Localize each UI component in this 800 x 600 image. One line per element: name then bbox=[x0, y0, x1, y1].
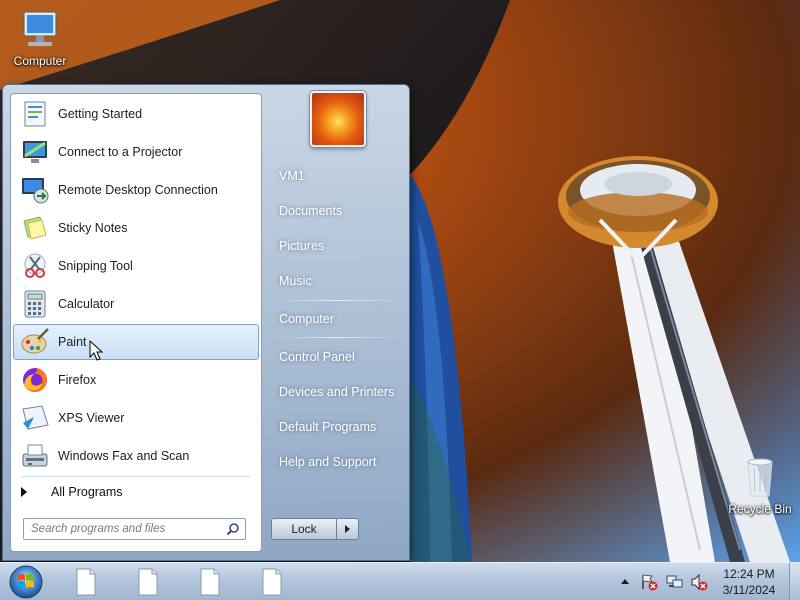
taskbar: 12:24 PM 3/11/2024 bbox=[0, 562, 800, 600]
program-item-calculator[interactable]: Calculator bbox=[13, 286, 259, 322]
expand-arrow-icon bbox=[21, 487, 27, 497]
start-menu: Getting Started Connect to a Projector R… bbox=[2, 84, 410, 561]
xps-viewer-icon bbox=[22, 405, 49, 430]
document-icon bbox=[76, 568, 96, 596]
program-item-sticky-notes[interactable]: Sticky Notes bbox=[13, 210, 259, 246]
places-label: Computer bbox=[279, 312, 334, 326]
desktop-icon-label: Computer bbox=[13, 54, 67, 68]
taskbar-pinned-document[interactable] bbox=[65, 566, 107, 598]
remote-desktop-icon bbox=[22, 178, 49, 204]
places-label: Documents bbox=[279, 204, 343, 218]
program-label: Firefox bbox=[58, 373, 97, 387]
paint-icon bbox=[21, 328, 49, 354]
fax-scan-icon bbox=[22, 444, 48, 467]
desktop-icon-computer[interactable]: Computer bbox=[2, 8, 78, 68]
mouse-cursor-icon bbox=[89, 340, 104, 361]
lock-label: Lock bbox=[291, 522, 317, 536]
program-label: XPS Viewer bbox=[58, 411, 125, 425]
program-item-getting-started[interactable]: Getting Started bbox=[13, 96, 259, 132]
program-item-firefox[interactable]: Firefox bbox=[13, 362, 259, 398]
places-item-control-panel[interactable]: Control Panel bbox=[273, 343, 403, 371]
program-label: Calculator bbox=[58, 297, 115, 311]
places-item-user-folder[interactable]: VM1 bbox=[273, 162, 403, 190]
start-menu-programs-pane: Getting Started Connect to a Projector R… bbox=[10, 93, 262, 552]
firefox-icon bbox=[23, 368, 47, 392]
chevron-right-icon bbox=[345, 525, 350, 533]
program-label: Remote Desktop Connection bbox=[58, 183, 218, 197]
places-label: Help and Support bbox=[279, 455, 377, 469]
document-icon bbox=[138, 568, 158, 596]
program-label: Paint bbox=[58, 335, 87, 349]
places-item-computer[interactable]: Computer bbox=[273, 305, 403, 333]
program-label: Windows Fax and Scan bbox=[58, 449, 190, 463]
user-account-picture[interactable] bbox=[310, 91, 366, 147]
volume-muted-icon[interactable] bbox=[690, 573, 708, 591]
places-label: Control Panel bbox=[279, 350, 355, 364]
places-separator bbox=[273, 300, 403, 301]
program-label: Sticky Notes bbox=[58, 221, 128, 235]
shutdown-options-button[interactable] bbox=[337, 518, 359, 540]
places-item-help-support[interactable]: Help and Support bbox=[273, 448, 403, 476]
taskbar-pinned-document[interactable] bbox=[189, 566, 231, 598]
desktop-icon-label: Recycle Bin bbox=[728, 502, 792, 516]
all-programs-label: All Programs bbox=[51, 485, 123, 499]
places-label: Default Programs bbox=[279, 420, 377, 434]
document-icon bbox=[262, 568, 282, 596]
all-programs-button[interactable]: All Programs bbox=[13, 479, 259, 505]
places-item-music[interactable]: Music bbox=[273, 267, 403, 295]
places-label: VM1 bbox=[279, 169, 305, 183]
snipping-tool-icon bbox=[24, 253, 46, 278]
show-hidden-icons-arrow[interactable] bbox=[620, 577, 630, 585]
getting-started-icon bbox=[24, 101, 46, 127]
search-input[interactable] bbox=[31, 523, 219, 535]
program-item-connect-projector[interactable]: Connect to a Projector bbox=[13, 134, 259, 170]
places-separator bbox=[273, 337, 403, 338]
start-button[interactable] bbox=[6, 564, 46, 600]
program-item-snipping-tool[interactable]: Snipping Tool bbox=[13, 248, 259, 284]
show-desktop-button[interactable] bbox=[789, 563, 800, 600]
taskbar-pinned-document[interactable] bbox=[251, 566, 293, 598]
calculator-icon bbox=[24, 290, 46, 318]
places-item-documents[interactable]: Documents bbox=[273, 197, 403, 225]
program-item-remote-desktop[interactable]: Remote Desktop Connection bbox=[13, 172, 259, 208]
places-label: Pictures bbox=[279, 239, 325, 253]
computer-icon bbox=[23, 11, 57, 46]
desktop-icon-recycle-bin[interactable]: Recycle Bin bbox=[722, 456, 798, 516]
recycle-bin-icon bbox=[747, 458, 773, 497]
network-icon[interactable] bbox=[666, 573, 684, 591]
places-item-default-programs[interactable]: Default Programs bbox=[273, 413, 403, 441]
program-item-fax-scan[interactable]: Windows Fax and Scan bbox=[13, 438, 259, 474]
start-menu-places-pane: VM1 Documents Pictures Music Computer Co… bbox=[265, 85, 411, 560]
clock-date: 3/11/2024 bbox=[722, 583, 776, 597]
clock-time: 12:24 PM bbox=[723, 567, 775, 581]
program-label: Snipping Tool bbox=[58, 259, 133, 273]
program-label: Connect to a Projector bbox=[58, 145, 183, 159]
places-label: Devices and Printers bbox=[279, 385, 395, 399]
program-item-paint[interactable]: Paint bbox=[13, 324, 259, 360]
programs-separator bbox=[21, 476, 251, 477]
places-item-pictures[interactable]: Pictures bbox=[273, 232, 403, 260]
document-icon bbox=[200, 568, 220, 596]
search-icon[interactable] bbox=[226, 522, 240, 536]
lock-button[interactable]: Lock bbox=[271, 518, 337, 540]
places-item-devices-printers[interactable]: Devices and Printers bbox=[273, 378, 403, 406]
taskbar-pinned-document[interactable] bbox=[127, 566, 169, 598]
taskbar-clock[interactable]: 12:24 PM 3/11/2024 bbox=[708, 566, 790, 598]
projector-icon bbox=[23, 141, 47, 163]
search-box[interactable] bbox=[23, 518, 246, 540]
program-item-xps-viewer[interactable]: XPS Viewer bbox=[13, 400, 259, 436]
places-label: Music bbox=[279, 274, 312, 288]
sticky-notes-icon bbox=[23, 216, 47, 240]
action-center-flag-icon[interactable] bbox=[640, 573, 658, 591]
program-label: Getting Started bbox=[58, 107, 143, 121]
